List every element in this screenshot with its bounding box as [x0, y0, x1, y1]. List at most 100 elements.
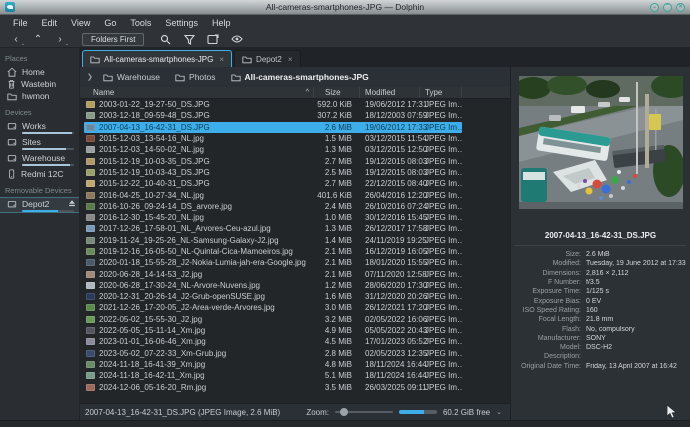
tab-close-icon[interactable]: ×	[288, 55, 293, 64]
menu-edit[interactable]: Edit	[35, 18, 65, 28]
up-button[interactable]: ⌃	[28, 32, 48, 46]
table-row[interactable]: 2020-12-31_20-26-14_J2-Grub-openSUSE.jpg…	[84, 291, 462, 302]
file-thumbnail-icon	[86, 101, 95, 108]
breadcrumb-item-all-cameras-smartphones-jpg[interactable]: All-cameras-smartphones-JPG	[224, 69, 376, 85]
menubar: FileEditViewGoToolsSettingsHelp	[0, 15, 690, 31]
table-row[interactable]: 2015-12-22_10-40-31_DS.JPG2.7 MiB22/12/2…	[84, 178, 462, 189]
info-panel-title: 2007-04-13_16-42-31_DS.JPG	[511, 231, 690, 240]
free-space-chevron-icon[interactable]: ⌄	[496, 408, 502, 416]
table-row[interactable]: 2024-12-06_05-16-20_Rm.jpg3.5 MiB26/03/2…	[84, 381, 462, 392]
sidebar-item-hwmon[interactable]: hwmon	[0, 90, 79, 102]
folder-icon	[103, 73, 113, 82]
table-row[interactable]: 2020-01-18_15-55-28_J2-Nokia-Lumia-jah-e…	[84, 257, 462, 268]
file-type: JPEG Im…	[420, 236, 462, 245]
file-size: 4.5 MiB	[314, 337, 360, 346]
file-rows: 2003-01-22_19-27-50_DS.JPG592.0 KiB19/06…	[80, 99, 510, 403]
close-button[interactable]: ✕	[676, 3, 685, 12]
filter-icon[interactable]	[178, 32, 200, 46]
search-icon[interactable]	[154, 32, 176, 46]
file-type: JPEG Im…	[420, 202, 462, 211]
dolphin-window: All-cameras-smartphones-JPG — Dolphin ⌄ …	[0, 0, 690, 427]
sidebar-item-works[interactable]: Works	[0, 120, 79, 134]
sidebar-item-home[interactable]: Home	[0, 66, 79, 78]
folder-icon	[242, 55, 252, 64]
metadata-label: F Number:	[511, 279, 581, 286]
column-header-type[interactable]: Type	[420, 87, 462, 98]
file-modified: 26/04/2016 12:20	[360, 191, 420, 200]
menu-view[interactable]: View	[64, 18, 97, 28]
table-row[interactable]: 2016-10-26_09-24-14_DS_arvore.jpg2.4 MiB…	[84, 201, 462, 212]
column-type-label: Type	[425, 88, 442, 97]
table-row[interactable]: 2015-12-19_10-03-43_DS.JPG2.5 MiB19/12/2…	[84, 167, 462, 178]
table-row[interactable]: 2019-12-16_16-05-50_NL-Quintal-Cica-Mamo…	[84, 246, 462, 257]
zoom-slider-handle[interactable]	[340, 408, 348, 416]
split-view-icon[interactable]	[202, 32, 224, 46]
file-modified: 19/12/2015 08:03	[360, 157, 420, 166]
back-button[interactable]: ‹⌄	[6, 32, 26, 46]
table-row[interactable]: 2017-12-26_17-58-01_NL_Arvores-Ceu-azul.…	[84, 223, 462, 234]
table-row[interactable]: 2020-06-28_14-14-53_J2.jpg2.1 MiB07/11/2…	[84, 268, 462, 279]
column-header-modified[interactable]: Modified	[360, 87, 420, 98]
preview-eye-icon[interactable]	[226, 32, 248, 46]
menu-help[interactable]: Help	[205, 18, 238, 28]
table-row[interactable]: 2024-11-18_16-41-39_Xm.jpg4.8 MiB18/11/2…	[84, 359, 462, 370]
forward-button[interactable]: ›⌄	[50, 32, 70, 46]
table-row[interactable]: 2023-01-01_16-06-46_Xm.jpg4.5 MiB17/01/2…	[84, 336, 462, 347]
table-row[interactable]: 2019-11-24_19-25-26_NL-Samsung-Galaxy-J2…	[84, 235, 462, 246]
table-row[interactable]: 2021-12-26_17-20-05_J2-Area-verde-Arvore…	[84, 302, 462, 313]
column-header-name[interactable]: Name ^	[80, 87, 314, 98]
zoom-slider[interactable]	[335, 411, 393, 413]
menu-file[interactable]: File	[6, 18, 35, 28]
table-row[interactable]: 2024-11-18_16-42-11_Xm.jpg5.1 MiB18/11/2…	[84, 370, 462, 381]
file-type: JPEG Im…	[420, 224, 462, 233]
file-modified: 26/12/2021 17:20	[360, 303, 420, 312]
file-name: 2015-12-03_13-54-16_NL.jpg	[99, 134, 204, 143]
breadcrumb-item-photos[interactable]: Photos	[168, 69, 222, 85]
folder-icon	[90, 55, 100, 64]
metadata-row: Model:DSC-H2	[511, 343, 688, 352]
table-row[interactable]: 2003-12-18_09-59-48_DS.JPG307.2 KiB18/12…	[84, 110, 462, 121]
menu-settings[interactable]: Settings	[158, 18, 205, 28]
breadcrumb-root-chevron-icon[interactable]: ❯	[85, 73, 95, 81]
eject-button[interactable]	[68, 199, 76, 209]
tab-depot2[interactable]: Depot2×	[234, 50, 300, 67]
file-thumbnail-icon	[86, 124, 95, 131]
menu-tools[interactable]: Tools	[123, 18, 158, 28]
breadcrumb-item-warehouse[interactable]: Warehouse	[96, 69, 167, 85]
minimize-button[interactable]: ⌄	[650, 3, 659, 12]
table-row[interactable]: 2022-05-02_15-55-30_J2.jpg3.2 MiB02/05/2…	[84, 314, 462, 325]
table-row[interactable]: 2016-12-30_15-45-20_NL.jpg1.0 MiB30/12/2…	[84, 212, 462, 223]
menu-go[interactable]: Go	[97, 18, 123, 28]
sidebar-item-warehouse[interactable]: Warehouse	[0, 152, 79, 166]
file-thumbnail-icon	[86, 112, 95, 119]
table-row[interactable]: 2016-04-25_10-27-34_NL.jpg401.6 KiB26/04…	[84, 189, 462, 200]
file-name: 2020-12-31_20-26-14_J2-Grub-openSUSE.jpg	[99, 292, 265, 301]
file-size: 2.5 MiB	[314, 168, 360, 177]
table-row[interactable]: 2022-05-05_15-11-14_Xm.jpg4.9 MiB05/05/2…	[84, 325, 462, 336]
file-type: JPEG Im…	[420, 258, 462, 267]
file-modified: 03/12/2015 12:50	[360, 145, 420, 154]
table-row[interactable]: 2020-06-28_17-30-24_NL-Arvore-Nuvens.jpg…	[84, 280, 462, 291]
file-modified: 28/06/2020 17:30	[360, 281, 420, 290]
file-name: 2016-04-25_10-27-34_NL.jpg	[99, 191, 204, 200]
table-row[interactable]: 2015-12-03_13-54-16_NL.jpg1.5 MiB03/12/2…	[84, 133, 462, 144]
file-thumbnail-icon	[86, 304, 95, 311]
tab-close-icon[interactable]: ×	[219, 55, 224, 64]
file-type: JPEG Im…	[420, 371, 462, 380]
maximize-button[interactable]: ⌃	[663, 3, 672, 12]
file-modified: 18/12/2003 07:59	[360, 111, 420, 120]
drive-icon	[7, 137, 17, 147]
table-row[interactable]: 2015-12-19_10-03-35_DS.JPG2.7 MiB19/12/2…	[84, 155, 462, 166]
table-row[interactable]: 2003-01-22_19-27-50_DS.JPG592.0 KiB19/06…	[84, 99, 462, 110]
sidebar-item-sites[interactable]: Sites	[0, 136, 79, 150]
column-header-size[interactable]: Size	[314, 87, 360, 98]
table-row[interactable]: 2023-05-02_07-22-33_Xm-Grub.jpg2.8 MiB02…	[84, 348, 462, 359]
sidebar-item-wastebin[interactable]: Wastebin	[0, 78, 79, 90]
tab-all-cameras-smartphones-jpg[interactable]: All-cameras-smartphones-JPG×	[82, 50, 232, 67]
sidebar-item-redmi-12c[interactable]: Redmi 12C	[0, 168, 79, 180]
file-size: 1.2 MiB	[314, 281, 360, 290]
sidebar-item-depot2[interactable]: Depot2	[0, 198, 79, 212]
folders-first-button[interactable]: Folders First	[82, 33, 144, 46]
table-row[interactable]: 2007-04-13_16-42-31_DS.JPG2.6 MiB19/06/2…	[84, 122, 462, 133]
table-row[interactable]: 2015-12-03_14-50-02_NL.jpg1.3 MiB03/12/2…	[84, 144, 462, 155]
